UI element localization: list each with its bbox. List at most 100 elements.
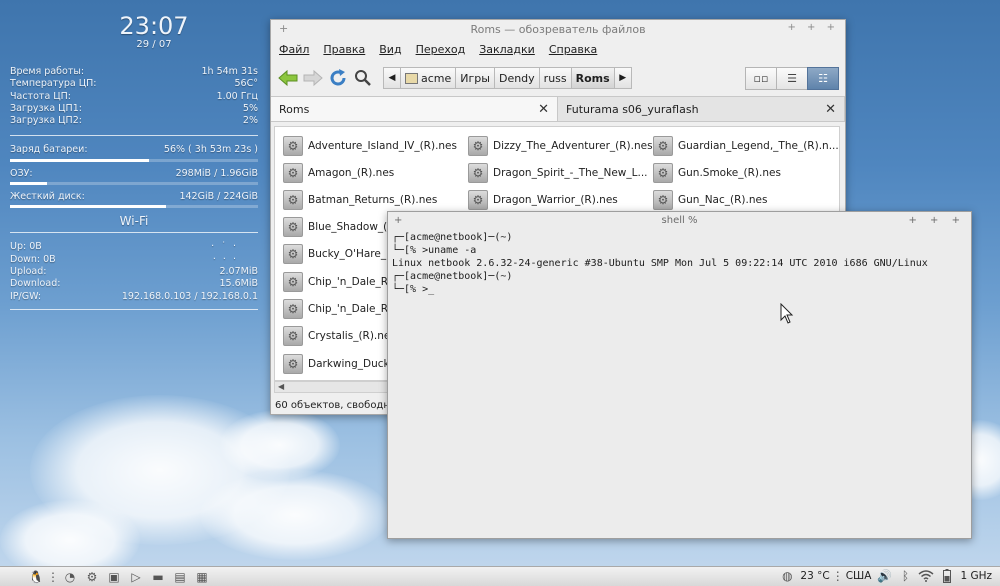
stat-row: Температура ЦП: 56C° [10, 78, 258, 90]
list-item[interactable]: ⚙ Gun_Nac_(R).nes [653, 189, 767, 211]
window-title: shell % [661, 215, 698, 226]
ram-bar [10, 182, 258, 186]
file-name: Gun_Nac_(R).nes [678, 194, 768, 206]
view-icons-button[interactable]: ▫▫ [745, 67, 777, 90]
battery-label: Заряд батареи: [10, 144, 88, 156]
gear-icon: ⚙ [283, 217, 303, 237]
weather-icon[interactable]: ◍ [779, 569, 795, 583]
tux-icon[interactable]: 🐧 [28, 570, 44, 584]
file-name: Adventure_Island_IV_(R).nes [308, 140, 457, 152]
file-name: Amagon_(R).nes [308, 167, 395, 179]
terminal-line: ┌─[acme@netbook]─(~) [392, 271, 513, 282]
close-icon[interactable]: ✕ [825, 102, 836, 117]
list-item[interactable]: ⚙ Crystalis_(R).nes [283, 325, 396, 347]
keyboard-layout-indicator[interactable]: США [846, 570, 872, 582]
menu-file[interactable]: Файл [279, 43, 309, 56]
net-row: Down: 0B · · · [10, 254, 258, 266]
window-titlebar[interactable]: + Roms — обозреватель файлов + + + [271, 20, 845, 38]
close-icon[interactable]: ✕ [538, 102, 549, 117]
menu-go[interactable]: Переход [416, 43, 466, 56]
tab-futurama[interactable]: Futurama s06_yuraflash ✕ [558, 97, 845, 121]
forward-button[interactable] [302, 67, 324, 89]
chevron-left-icon[interactable]: ◀ [278, 382, 284, 391]
list-item[interactable]: ⚙ Guardian_Legend,_The_(R).n... [653, 135, 839, 157]
list-icon: ☰ [787, 72, 797, 85]
arrow-right-icon [303, 69, 323, 87]
gear-icon: ⚙ [283, 299, 303, 319]
home-folder-icon [405, 72, 418, 84]
search-button[interactable] [352, 67, 374, 89]
net-row: IP/GW: 192.168.0.103 / 192.168.0.1 [10, 291, 258, 303]
terminal-icon[interactable]: ▣ [106, 570, 122, 584]
list-item[interactable]: ⚙ Dizzy_The_Adventurer_(R).nes [468, 135, 653, 157]
breadcrumb-item-roms[interactable]: Roms [570, 67, 615, 89]
divider [10, 135, 258, 137]
list-item[interactable]: ⚙ Chip_'n_Dale_Res [283, 271, 400, 293]
taskbar-launchers: 🐧 ⋮ ◔ ⚙ ▣ ▷ ▬ ▤ ▦ [0, 570, 210, 584]
media-player-icon[interactable]: ▷ [128, 570, 144, 584]
file-name: Dizzy_The_Adventurer_(R).nes [493, 140, 653, 152]
wifi-icon[interactable] [918, 569, 934, 583]
terminal-line: Linux netbook 2.6.32-24-generic #38-Ubun… [392, 258, 928, 269]
window-controls[interactable]: + + + [788, 22, 840, 33]
terminal-window[interactable]: + shell % + + + ┌─[acme@netbook]─(~) └─[%… [387, 211, 972, 539]
battery-icon[interactable] [939, 569, 955, 583]
breadcrumb-label: acme [421, 71, 452, 85]
stat-row: Загрузка ЦП2: 2% [10, 115, 258, 127]
list-item[interactable]: ⚙ Amagon_(R).nes [283, 162, 394, 184]
tab-bar: Roms ✕ Futurama s06_yuraflash ✕ [271, 96, 845, 122]
view-list-button[interactable]: ☰ [776, 67, 808, 90]
text-editor-icon[interactable]: ▤ [172, 570, 188, 584]
terminal-output[interactable]: ┌─[acme@netbook]─(~) └─[% >uname -a Linux … [388, 230, 971, 297]
drive-icon[interactable]: ▬ [150, 570, 166, 584]
gear-icon: ⚙ [468, 190, 488, 210]
window-menu-button[interactable]: + [279, 22, 288, 35]
breadcrumb-forward-arrow[interactable]: ▶ [613, 67, 632, 89]
gear-icon: ⚙ [283, 136, 303, 156]
window-titlebar[interactable]: + shell % + + + [388, 212, 971, 230]
tab-roms[interactable]: Roms ✕ [271, 97, 558, 121]
file-name: Dragon_Spirit_-_The_New_L... [493, 167, 648, 179]
list-item[interactable]: ⚙ Chip_'n_Dale_Res [283, 298, 400, 320]
disk-label: Жесткий диск: [10, 191, 85, 203]
breadcrumb-item-games[interactable]: Игры [455, 67, 495, 89]
view-details-button[interactable]: ☷ [807, 67, 839, 90]
cpu-frequency-label[interactable]: 1 GHz [960, 570, 992, 582]
volume-icon[interactable]: 🔊 [876, 569, 892, 583]
gear-icon: ⚙ [283, 272, 303, 292]
list-item[interactable]: ⚙ Dragon_Warrior_(R).nes [468, 189, 618, 211]
list-item[interactable]: ⚙ Gun.Smoke_(R).nes [653, 162, 781, 184]
menu-edit[interactable]: Правка [323, 43, 365, 56]
gear-icon: ⚙ [283, 354, 303, 374]
stat-value: 56C° [234, 78, 258, 90]
image-viewer-icon[interactable]: ▦ [194, 570, 210, 584]
temperature-label[interactable]: 23 °C [800, 570, 829, 582]
list-item[interactable]: ⚙ Dragon_Spirit_-_The_New_L... [468, 162, 648, 184]
list-item[interactable]: ⚙ Batman_Returns_(R).nes [283, 189, 437, 211]
back-button[interactable] [277, 67, 299, 89]
taskbar: 🐧 ⋮ ◔ ⚙ ▣ ▷ ▬ ▤ ▦ ◍ 23 °C ⋮ США 🔊 ᛒ 1 GH… [0, 566, 1000, 586]
stat-label: Частота ЦП: [10, 90, 71, 102]
settings-icon[interactable]: ⚙ [84, 570, 100, 584]
stat-label: Загрузка ЦП2: [10, 115, 82, 127]
breadcrumb-item-dendy[interactable]: Dendy [493, 67, 540, 89]
breadcrumb-item-acme[interactable]: acme [400, 67, 457, 89]
list-item[interactable]: ⚙ Darkwing_Duck_( [283, 353, 399, 375]
menu-bookmarks[interactable]: Закладки [479, 43, 535, 56]
stat-row: Загрузка ЦП1: 5% [10, 103, 258, 115]
stat-label: Загрузка ЦП1: [10, 102, 82, 114]
disk-bar-fill [10, 205, 167, 209]
breadcrumb-item-russ[interactable]: russ [538, 67, 572, 89]
menu-view[interactable]: Вид [379, 43, 401, 56]
search-icon [355, 70, 371, 86]
list-item[interactable]: ⚙ Adventure_Island_IV_(R).nes [283, 135, 457, 157]
ram-row: ОЗУ: 298MiB / 1.96GiB [10, 168, 258, 180]
clock-app-icon[interactable]: ◔ [62, 570, 78, 584]
window-menu-button[interactable]: + [394, 212, 402, 230]
window-controls[interactable]: + + + [909, 212, 966, 230]
reload-button[interactable] [327, 67, 349, 89]
breadcrumb-back-arrow[interactable]: ◀ [383, 67, 401, 89]
bluetooth-icon[interactable]: ᛒ [897, 569, 913, 583]
menu-help[interactable]: Справка [549, 43, 597, 56]
breadcrumb-label: russ [543, 71, 567, 85]
